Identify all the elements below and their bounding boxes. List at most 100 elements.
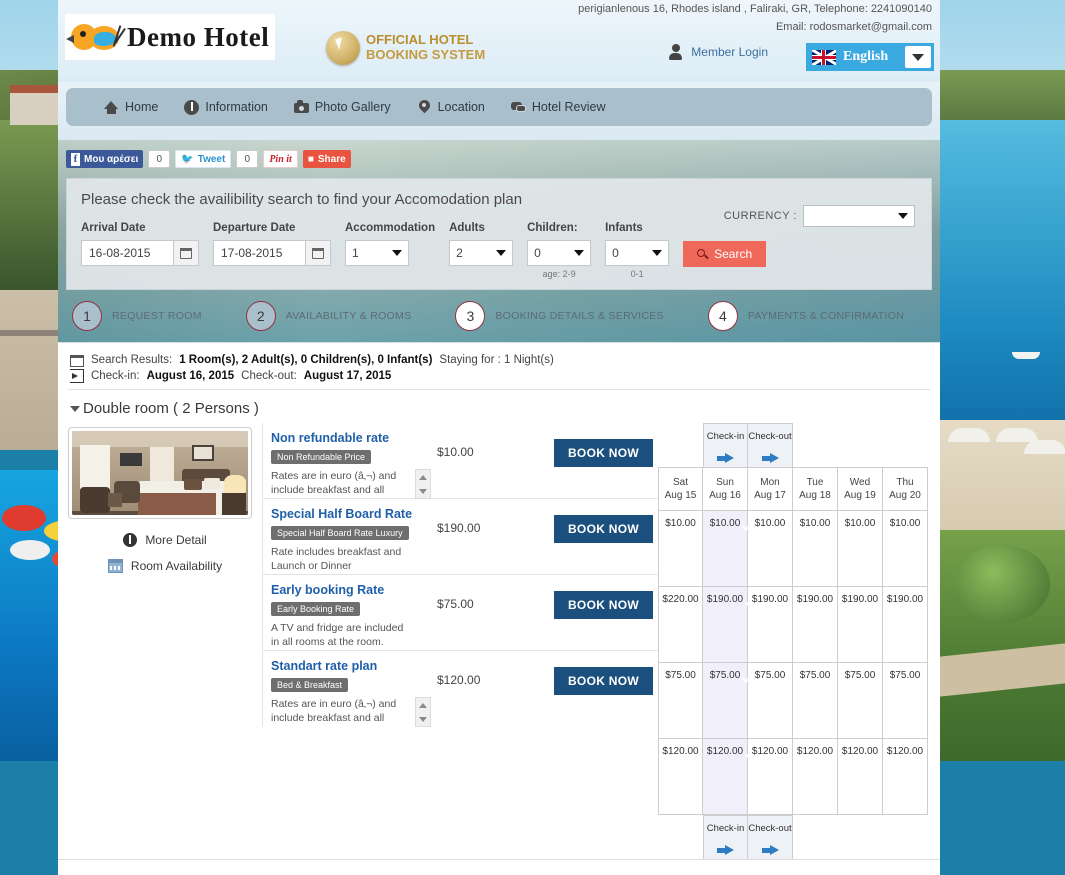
contact-email: Email: rodosmarket@gmail.com bbox=[775, 21, 932, 33]
price-cell[interactable]: $120.00 bbox=[703, 739, 748, 815]
booking-step-2[interactable]: 2 AVAILABILITY & ROOMS bbox=[245, 301, 412, 331]
step-label: PAYMENTS & CONFIRMATION bbox=[747, 310, 905, 322]
price-cell[interactable]: $10.00 bbox=[748, 511, 793, 587]
price-cell[interactable]: $75.00 bbox=[883, 663, 928, 739]
rate-description-scroll[interactable] bbox=[415, 469, 431, 499]
rate-name[interactable]: Special Half Board Rate bbox=[271, 507, 437, 521]
price-cell[interactable]: $190.00 bbox=[703, 587, 748, 663]
site-logo[interactable]: Demo Hotel bbox=[65, 14, 275, 60]
day-of-week: Thu bbox=[896, 476, 914, 488]
price-cell[interactable]: $10.00 bbox=[703, 511, 748, 587]
hero-section: f Μου αρέσει 0 🐦 Tweet 0 Pin it ■ Share bbox=[58, 140, 940, 342]
price-cell[interactable]: $120.00 bbox=[658, 739, 703, 815]
price-cell[interactable]: $190.00 bbox=[883, 587, 928, 663]
chevron-down-icon bbox=[496, 250, 507, 256]
rate-description: Rates are in euro (â‚¬) and include brea… bbox=[271, 698, 403, 727]
checkin-checkout-arrows bbox=[703, 449, 930, 467]
departure-date-input[interactable]: 17-08-2015 bbox=[213, 240, 305, 266]
price-cell[interactable]: $10.00 bbox=[793, 511, 838, 587]
price-value: $75.00 bbox=[799, 670, 831, 681]
booking-step-4[interactable]: 4 PAYMENTS & CONFIRMATION bbox=[707, 301, 905, 331]
price-cell[interactable]: $10.00 bbox=[838, 511, 883, 587]
book-now-button[interactable]: BOOK NOW bbox=[553, 515, 654, 543]
chevron-down-icon[interactable] bbox=[419, 488, 427, 494]
price-row: $220.00 $190.00 $190.00 $190.00 $190.00 $190.… bbox=[658, 587, 930, 663]
facebook-like-label: Μου αρέσει bbox=[84, 153, 139, 165]
room-media-column: More Detail Room Availability bbox=[68, 423, 262, 585]
rate-name[interactable]: Non refundable rate bbox=[271, 431, 437, 445]
children-label: Children: bbox=[527, 222, 578, 234]
price-grid: $10.00 $10.00 $10.00 $10.00 $10.00 $10.00 $220… bbox=[658, 511, 930, 815]
rate-description-scroll[interactable] bbox=[415, 697, 431, 727]
rate-name[interactable]: Early booking Rate bbox=[271, 583, 437, 597]
member-login-link[interactable]: Member Login bbox=[669, 44, 768, 60]
price-value: $120.00 bbox=[841, 746, 879, 757]
chevron-up-icon[interactable] bbox=[419, 702, 427, 708]
currency-row: CURRENCY : bbox=[724, 205, 915, 227]
price-cell[interactable]: $190.00 bbox=[748, 587, 793, 663]
price-row: $75.00 $75.00 $75.00 $75.00 $75.00 $75.00 bbox=[658, 663, 930, 739]
infants-select[interactable]: 0 bbox=[605, 240, 670, 266]
departure-calendar-button[interactable] bbox=[305, 240, 331, 266]
camera-icon bbox=[293, 99, 309, 115]
nav-item-photo-gallery[interactable]: Photo Gallery bbox=[293, 99, 391, 115]
price-cell[interactable]: $120.00 bbox=[838, 739, 883, 815]
price-cell[interactable]: $75.00 bbox=[748, 663, 793, 739]
arrival-calendar-button[interactable] bbox=[173, 240, 199, 266]
nav-item-information[interactable]: Information bbox=[184, 99, 268, 115]
nav-item-home[interactable]: Home bbox=[104, 100, 158, 115]
price-cell[interactable]: $10.00 bbox=[883, 511, 928, 587]
rate-badge: Early Booking Rate bbox=[271, 602, 361, 616]
room-group-title[interactable]: Double room ( 2 Persons ) bbox=[70, 400, 930, 417]
room-photo[interactable] bbox=[68, 427, 252, 519]
price-cell[interactable]: $75.00 bbox=[703, 663, 748, 739]
book-now-button[interactable]: BOOK NOW bbox=[553, 667, 654, 695]
price-cell[interactable]: $190.00 bbox=[838, 587, 883, 663]
calendar-icon bbox=[70, 353, 84, 367]
official-booking-badge: OFFICIAL HOTEL BOOKING SYSTEM bbox=[326, 31, 485, 65]
departure-date-label: Departure Date bbox=[213, 222, 296, 234]
search-button[interactable]: Search bbox=[683, 241, 767, 267]
nav-item-location[interactable]: Location bbox=[416, 97, 485, 115]
facebook-like-button[interactable]: f Μου αρέσει bbox=[66, 150, 144, 168]
book-now-button[interactable]: BOOK NOW bbox=[553, 439, 654, 467]
price-cell[interactable]: $75.00 bbox=[793, 663, 838, 739]
language-selector[interactable]: English bbox=[806, 43, 934, 71]
arrival-date-input[interactable]: 16-08-2015 bbox=[81, 240, 173, 266]
rate-info: Standart rate plan Bed & Breakfast Rates a… bbox=[271, 659, 437, 727]
chevron-down-icon[interactable] bbox=[905, 46, 931, 68]
booking-step-3[interactable]: 3 BOOKING DETAILS & SERVICES bbox=[455, 301, 664, 331]
room-photo-image bbox=[72, 431, 248, 515]
info-icon bbox=[123, 533, 138, 547]
day-of-week: Wed bbox=[849, 476, 871, 488]
chat-icon bbox=[510, 100, 526, 115]
price-cell[interactable]: $220.00 bbox=[658, 587, 703, 663]
rate-name[interactable]: Standart rate plan bbox=[271, 659, 437, 673]
book-now-button[interactable]: BOOK NOW bbox=[553, 591, 654, 619]
chevron-up-icon[interactable] bbox=[419, 474, 427, 480]
summary-prefix: Search Results: bbox=[91, 354, 173, 366]
accommodation-select[interactable]: 1 bbox=[345, 240, 409, 266]
pinterest-pin-button[interactable]: Pin it bbox=[263, 150, 298, 168]
adults-select[interactable]: 2 bbox=[449, 240, 514, 266]
currency-select[interactable] bbox=[803, 205, 915, 227]
chevron-down-icon bbox=[70, 405, 80, 412]
price-cell[interactable]: $75.00 bbox=[838, 663, 883, 739]
price-cell[interactable]: $120.00 bbox=[793, 739, 838, 815]
calendar-day-header: Sun Aug 16 bbox=[703, 467, 748, 511]
more-detail-link[interactable]: More Detail bbox=[68, 533, 262, 547]
price-cell[interactable]: $10.00 bbox=[658, 511, 703, 587]
price-cell[interactable]: $120.00 bbox=[883, 739, 928, 815]
share-button[interactable]: ■ Share bbox=[302, 150, 351, 168]
nav-item-hotel-review[interactable]: Hotel Review bbox=[510, 100, 606, 115]
price-cell[interactable]: $120.00 bbox=[748, 739, 793, 815]
children-select[interactable]: 0 bbox=[527, 240, 592, 266]
price-cell[interactable]: $75.00 bbox=[658, 663, 703, 739]
departure-date-group: Departure Date 17-08-2015 bbox=[213, 222, 331, 266]
room-availability-link[interactable]: Room Availability bbox=[68, 559, 262, 573]
twitter-tweet-button[interactable]: 🐦 Tweet bbox=[175, 150, 232, 168]
price-cell[interactable]: $190.00 bbox=[793, 587, 838, 663]
check-in-arrow-cell bbox=[703, 841, 748, 859]
booking-step-1[interactable]: 1 REQUEST ROOM bbox=[72, 301, 202, 331]
chevron-down-icon[interactable] bbox=[419, 716, 427, 722]
